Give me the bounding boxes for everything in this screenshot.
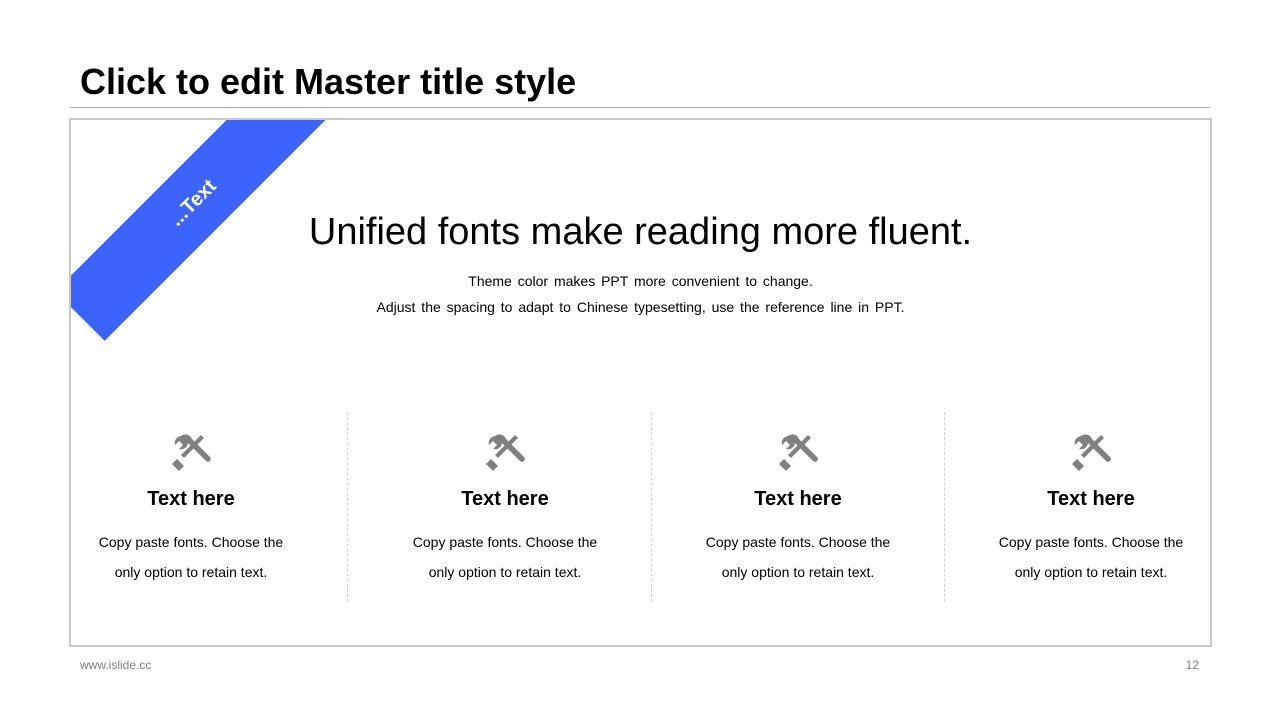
- title-underline: [70, 107, 1210, 108]
- column-divider: [944, 412, 945, 602]
- subline-spacing[interactable]: Adjust the spacing to adapt to Chinese t…: [71, 298, 1210, 316]
- feature-title[interactable]: Text here: [385, 487, 625, 511]
- tools-icon: [486, 434, 525, 471]
- column-divider: [651, 412, 652, 602]
- feature-description[interactable]: Copy paste fonts. Choose the only option…: [385, 527, 625, 587]
- feature-card-3: Text here Copy paste fonts. Choose the o…: [678, 432, 918, 587]
- page-number: 12: [1185, 658, 1199, 672]
- feature-title[interactable]: Text here: [678, 487, 918, 511]
- feature-line: Copy paste fonts. Choose the: [998, 534, 1184, 550]
- feature-line: only option to retain text.: [428, 564, 582, 580]
- feature-line: only option to retain text.: [1014, 564, 1168, 580]
- feature-card-2: Text here Copy paste fonts. Choose the o…: [385, 432, 625, 587]
- feature-description[interactable]: Copy paste fonts. Choose the only option…: [971, 527, 1210, 587]
- tools-icon: [1072, 434, 1111, 471]
- feature-line: only option to retain text.: [721, 564, 875, 580]
- feature-card-1: Text here Copy paste fonts. Choose the o…: [71, 432, 311, 587]
- feature-card-4: Text here Copy paste fonts. Choose the o…: [971, 432, 1210, 587]
- content-frame: ...Text Unified fonts make reading more …: [69, 118, 1212, 647]
- feature-line: Copy paste fonts. Choose the: [412, 534, 598, 550]
- column-divider: [347, 412, 348, 602]
- feature-line: Copy paste fonts. Choose the: [98, 534, 284, 550]
- subline-theme-color[interactable]: Theme color makes PPT more convenient to…: [71, 272, 1210, 290]
- feature-line: only option to retain text.: [114, 564, 268, 580]
- slide-title[interactable]: Click to edit Master title style: [80, 60, 576, 104]
- feature-title[interactable]: Text here: [71, 487, 311, 511]
- feature-description[interactable]: Copy paste fonts. Choose the only option…: [678, 527, 918, 587]
- footer-url: www.islide.cc: [80, 658, 152, 672]
- tools-icon: [172, 434, 211, 471]
- feature-title[interactable]: Text here: [971, 487, 1210, 511]
- headline[interactable]: Unified fonts make reading more fluent.: [71, 208, 1210, 256]
- tools-icon: [779, 434, 818, 471]
- feature-description[interactable]: Copy paste fonts. Choose the only option…: [71, 527, 311, 587]
- feature-line: Copy paste fonts. Choose the: [705, 534, 891, 550]
